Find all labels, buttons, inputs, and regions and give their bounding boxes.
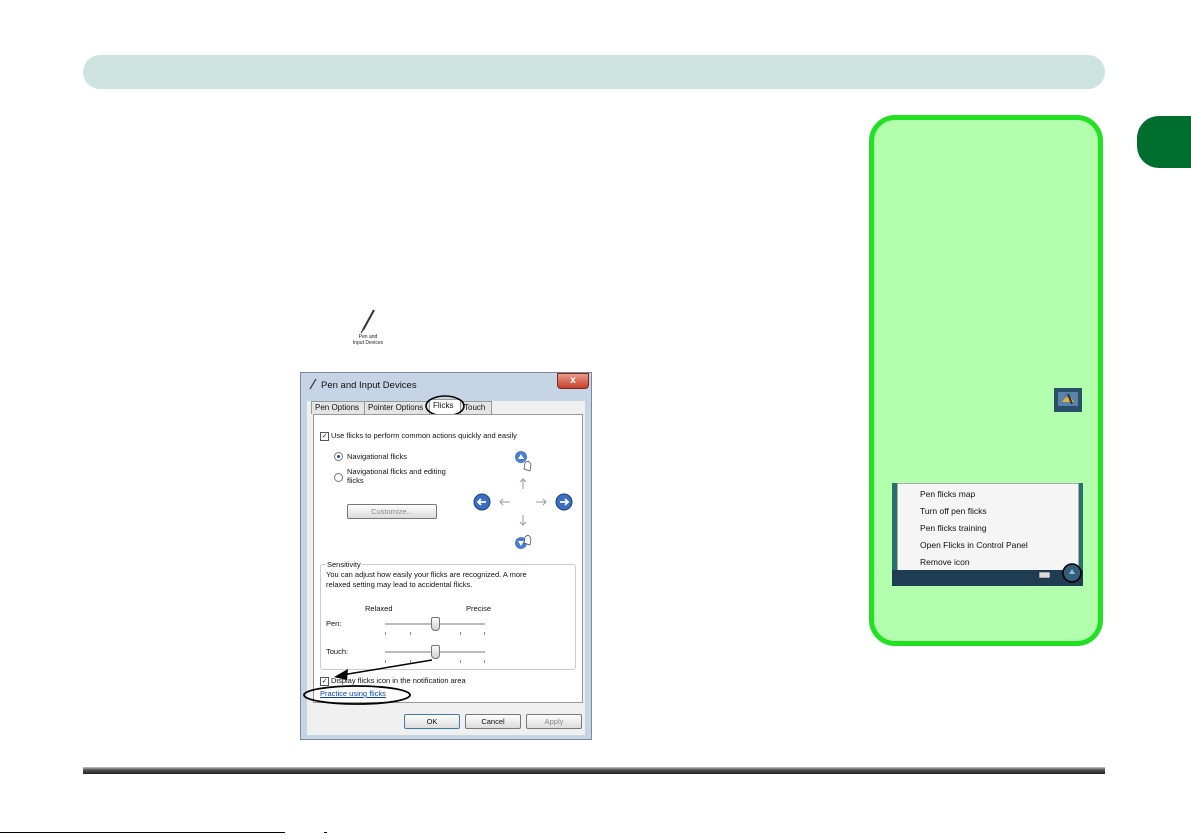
pen-icon (309, 378, 317, 390)
down-flick-icon (515, 535, 532, 549)
customize-button[interactable]: Customize... (347, 504, 437, 519)
bottom-tick (324, 832, 327, 833)
pen-slider-thumb[interactable] (431, 617, 440, 631)
navigational-editing-label-1: Navigational flicks and editing (347, 467, 446, 476)
menu-item-turn-off-pen-flicks[interactable]: Turn off pen flicks (920, 506, 987, 516)
menu-item-pen-flicks-training[interactable]: Pen flicks training (920, 523, 987, 533)
ok-button[interactable]: OK (404, 714, 460, 729)
callout-annotations (303, 659, 433, 705)
menu-item-open-flicks-control-panel[interactable]: Open Flicks in Control Panel (920, 540, 1028, 550)
battery-icon (1038, 571, 1051, 579)
pen-input-devices-icon[interactable]: Pen and Input Devices (352, 308, 384, 358)
chapter-tab (1137, 116, 1191, 168)
page-header-bar (83, 55, 1105, 89)
flicks-diagram (473, 451, 573, 549)
dialog-title: Pen and Input Devices (321, 380, 417, 391)
bottom-rule (0, 832, 285, 833)
practice-link-highlight (303, 685, 411, 705)
tray-icon-highlight (1062, 563, 1082, 583)
tab-pointer-options[interactable]: Pointer Options (364, 401, 430, 414)
up-flick-icon (515, 451, 532, 472)
close-button[interactable]: x (557, 373, 589, 389)
pen-icon (360, 309, 375, 334)
pen-slider-label: Pen: (326, 619, 342, 628)
navigational-flicks-radio[interactable] (334, 452, 343, 461)
navigational-editing-label-2: flicks (347, 476, 364, 485)
icon-label-line2: Input Devices (352, 340, 384, 346)
context-menu: Pen flicks map Turn off pen flicks Pen f… (897, 483, 1079, 575)
use-flicks-checkbox[interactable]: ✓ (320, 432, 329, 441)
tab-pen-options[interactable]: Pen Options (311, 401, 365, 414)
sensitivity-desc-2: relaxed setting may lead to accidental f… (326, 580, 473, 589)
menu-item-pen-flicks-map[interactable]: Pen flicks map (920, 489, 975, 499)
precise-label: Precise (466, 604, 492, 613)
flicks-tray-icon (1054, 388, 1082, 412)
navigational-editing-radio[interactable] (334, 473, 343, 482)
navigational-flicks-label: Navigational flicks (347, 452, 408, 461)
menu-item-remove-icon[interactable]: Remove icon (920, 557, 970, 567)
sensitivity-legend: Sensitivity (326, 560, 362, 569)
apply-button[interactable]: Apply (526, 714, 582, 729)
footer-rule (83, 767, 1105, 774)
sensitivity-desc-1: You can adjust how easily your flicks ar… (326, 570, 527, 579)
use-flicks-label: Use flicks to perform common actions qui… (331, 431, 517, 440)
cancel-button[interactable]: Cancel (465, 714, 521, 729)
dialog-titlebar[interactable]: Pen and Input Devices (305, 375, 585, 393)
flicks-context-menu-screenshot: Pen flicks map Turn off pen flicks Pen f… (892, 483, 1083, 586)
relaxed-label: Relaxed (365, 604, 393, 613)
taskbar (892, 570, 1083, 586)
